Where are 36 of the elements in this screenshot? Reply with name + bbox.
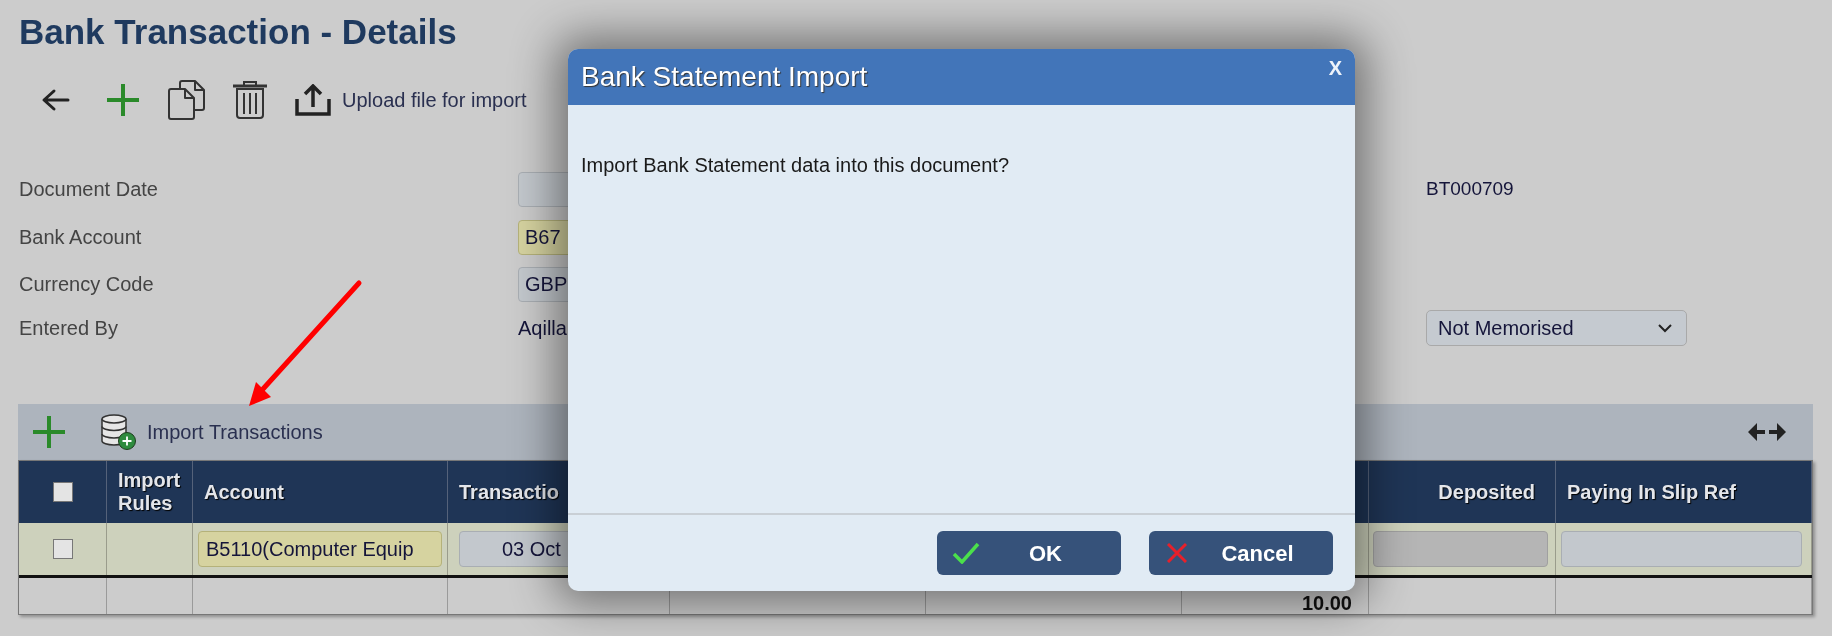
document-number: BT000709: [1426, 176, 1514, 201]
database-add-icon: [100, 414, 136, 450]
field-label: Bank Account: [19, 225, 142, 250]
column-header: Import Rules: [118, 469, 182, 515]
chevron-down-icon: [1658, 323, 1672, 333]
upload-icon: [295, 84, 331, 116]
total-value: 10.00: [1301, 593, 1352, 613]
plus-icon[interactable]: [33, 416, 65, 448]
plus-icon[interactable]: [107, 84, 139, 116]
close-button[interactable]: X: [1328, 57, 1342, 79]
field-label: Entered By: [19, 316, 118, 341]
field-value: Aqilla: [518, 316, 567, 341]
import-transactions-button[interactable]: Import Transactions: [100, 414, 323, 450]
resize-arrows-icon[interactable]: [1748, 422, 1786, 442]
column-header: Paying In Slip Ref: [1567, 480, 1736, 504]
dialog-message: Import Bank Statement data into this document?: [581, 153, 1010, 177]
checkbox[interactable]: [52, 539, 73, 559]
field-label: Currency Code: [19, 272, 154, 297]
column-header: Deposited: [1438, 480, 1535, 504]
upload-button[interactable]: Upload file for import: [295, 84, 527, 116]
checkbox[interactable]: [52, 482, 73, 502]
copy-icon[interactable]: [168, 80, 206, 120]
input-field[interactable]: [1561, 531, 1802, 567]
page-title: Bank Transaction - Details: [19, 11, 457, 53]
field-label: Document Date: [19, 177, 158, 202]
cross-icon: [1167, 543, 1187, 563]
dialog-title: Bank Statement Import: [581, 60, 868, 94]
checkmark-icon: [952, 542, 980, 564]
memorise-select[interactable]: Not Memorised: [1426, 310, 1687, 346]
trash-icon[interactable]: [232, 81, 268, 119]
column-header: Transactio: [459, 480, 560, 504]
ok-button[interactable]: OK: [937, 531, 1121, 575]
column-header: Account: [204, 480, 284, 504]
lookup-field[interactable]: B5110(Computer Equip: [198, 531, 442, 567]
cancel-button[interactable]: Cancel: [1149, 531, 1333, 575]
back-arrow-icon[interactable]: [41, 88, 70, 112]
